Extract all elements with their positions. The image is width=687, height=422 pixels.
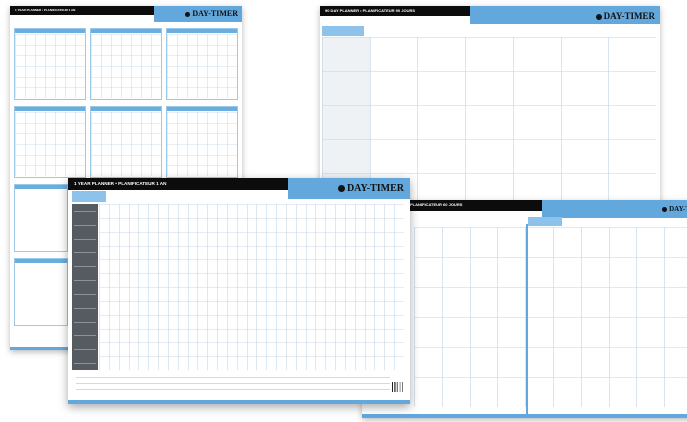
month-row-band	[74, 266, 96, 267]
month-tab	[322, 26, 364, 36]
mini-month-header	[91, 29, 161, 33]
mini-month	[166, 106, 238, 178]
brand-logo: DAY-TIMER	[595, 11, 655, 21]
year-tab	[72, 191, 106, 202]
planner-sheet-60-day: PLANIFICATEUR 60 JOURS DAY-T	[362, 200, 687, 418]
center-divider	[526, 224, 528, 418]
mini-month	[166, 28, 238, 100]
month-row-band	[74, 294, 96, 295]
brand-mark-icon	[662, 206, 668, 212]
notes-line	[76, 389, 390, 390]
sheet-title: 1 YEAR PLANNER • PLANIFICATEUR 1 AN	[74, 181, 167, 186]
month-row-band	[74, 349, 96, 350]
mini-month-header	[167, 107, 237, 111]
notes-line	[76, 383, 390, 384]
barcode	[392, 382, 403, 392]
sheet-title: PLANIFICATEUR 60 JOURS	[410, 202, 463, 207]
planner-sheet-year-front: 1 YEAR PLANNER • PLANIFICATEUR 1 AN DAY-…	[68, 178, 410, 404]
brand-mark-icon	[595, 13, 602, 20]
month-row-band	[74, 335, 96, 336]
mini-month-header	[15, 29, 85, 33]
mini-month	[90, 28, 162, 100]
calendar-grid-year	[99, 204, 404, 370]
sheet-title: 90 DAY PLANNER • PLANIFICATEUR 90 JOURS	[325, 8, 416, 13]
month-row-band	[74, 225, 96, 226]
sheet-bottom-band	[362, 414, 687, 418]
brand-logo: DAY-T	[662, 205, 687, 213]
month-row-band	[74, 280, 96, 281]
calendar-grid-60-day	[414, 227, 687, 407]
barcode-bar	[394, 382, 396, 392]
sheet-bottom-band	[68, 400, 410, 404]
mini-month-header	[15, 185, 67, 189]
mini-month-grid	[91, 34, 161, 98]
barcode-bar	[399, 382, 401, 392]
month-row-band	[74, 308, 96, 309]
barcode-bar	[402, 382, 403, 392]
mini-month-grid	[167, 34, 237, 98]
month-row-band	[74, 363, 96, 364]
barcode-bar	[392, 382, 393, 392]
mini-month-header	[91, 107, 161, 111]
mini-month-header	[15, 107, 85, 111]
mini-month	[14, 184, 68, 252]
month-label-column	[72, 204, 98, 370]
month-tab	[528, 217, 562, 226]
mini-month-header	[167, 29, 237, 33]
mini-month	[90, 106, 162, 178]
mini-month-header	[15, 259, 67, 263]
mini-month-grid	[15, 112, 85, 176]
brand-logo: DAY-TIMER	[337, 183, 404, 194]
month-row-band	[74, 211, 96, 212]
barcode-bar	[396, 382, 398, 392]
mini-month-grid	[15, 34, 85, 98]
month-row-band	[74, 252, 96, 253]
mini-month	[14, 258, 68, 326]
mini-month	[14, 106, 86, 178]
mini-month-grid	[167, 112, 237, 176]
mini-month	[14, 28, 86, 100]
month-row-band	[74, 322, 96, 323]
notes-line	[76, 377, 390, 378]
brand-mark-icon	[337, 185, 345, 193]
month-row-band	[74, 239, 96, 240]
mini-month-grid	[91, 112, 161, 176]
